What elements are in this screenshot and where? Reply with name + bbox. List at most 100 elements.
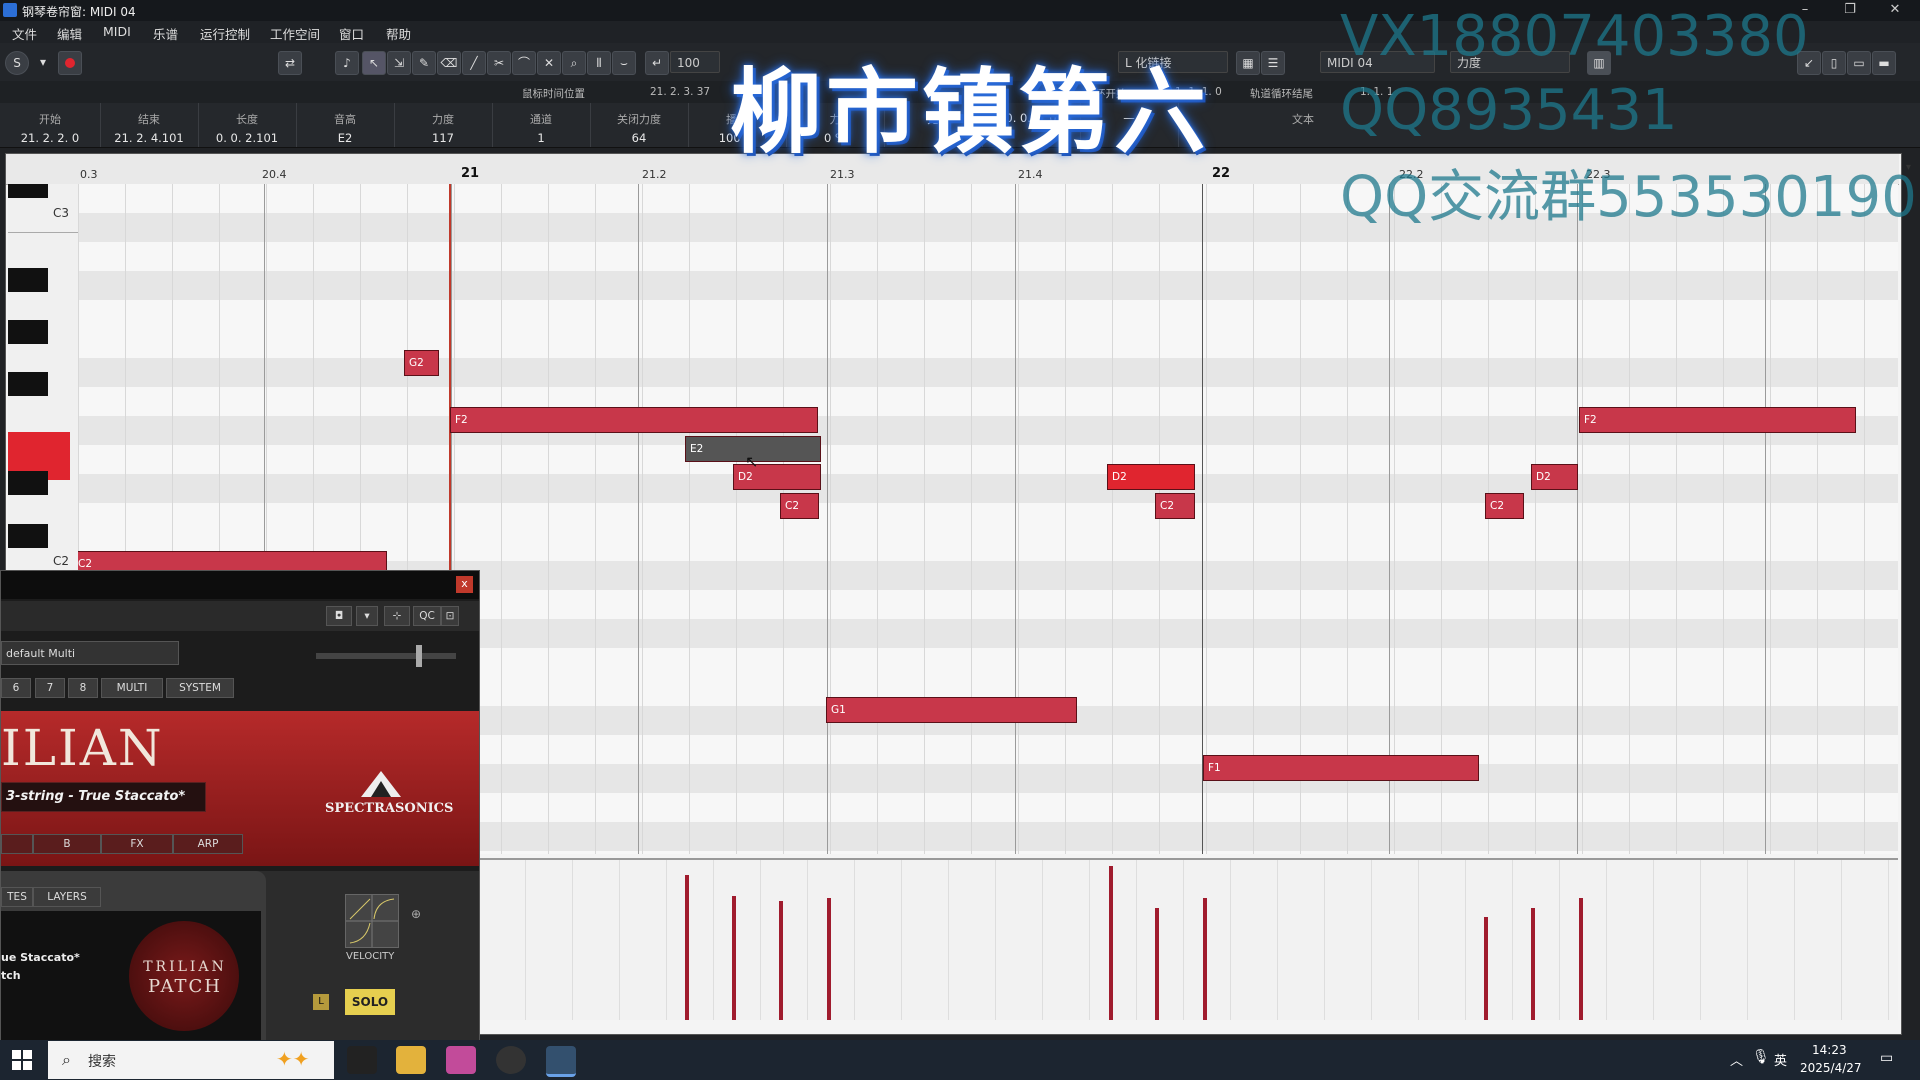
sub-tab-arp[interactable]: ARP: [173, 834, 243, 854]
curve-icon[interactable]: ⌣: [612, 51, 636, 75]
system-tab[interactable]: SYSTEM: [166, 678, 234, 698]
l-button[interactable]: L: [313, 994, 329, 1010]
info-length[interactable]: 长度 0. 0. 2.101: [198, 103, 297, 147]
sub-tab-fx[interactable]: FX: [101, 834, 173, 854]
chevron-down-icon[interactable]: ▾: [356, 606, 378, 626]
menu-workspace[interactable]: 工作空间: [270, 24, 320, 43]
part-tab-8[interactable]: 8: [68, 678, 98, 698]
velocity-bar[interactable]: [827, 898, 831, 1020]
piano-keyboard[interactable]: C3 C2: [8, 184, 79, 570]
grid-icon[interactable]: ▦: [1236, 51, 1260, 75]
close-button[interactable]: ✕: [1880, 2, 1910, 17]
lock-icon[interactable]: ⊡: [441, 606, 459, 626]
camera-icon[interactable]: ◘: [326, 606, 352, 626]
pencil-icon[interactable]: ✎: [412, 51, 436, 75]
chevron-down-icon[interactable]: ▾: [32, 51, 54, 73]
info-start[interactable]: 开始 21. 2. 2. 0: [0, 103, 101, 147]
range-tool-icon[interactable]: ⇲: [387, 51, 411, 75]
note[interactable]: C2: [1485, 493, 1524, 519]
speaker-icon[interactable]: ♪: [335, 51, 359, 75]
info-end[interactable]: 结束 21. 2. 4.101: [100, 103, 199, 147]
solo-button[interactable]: SOLO: [345, 989, 395, 1015]
tray-chevron-icon[interactable]: ︿: [1730, 1050, 1743, 1069]
menu-file[interactable]: 文件: [12, 24, 37, 43]
solo-editor-icon[interactable]: S: [5, 51, 29, 75]
patch-select[interactable]: 3-string - True Staccato*: [1, 782, 206, 812]
note[interactable]: D2: [1107, 464, 1195, 490]
note[interactable]: D2: [1531, 464, 1578, 490]
info-pitch[interactable]: 音高 E2: [296, 103, 395, 147]
note[interactable]: F2: [1579, 407, 1856, 433]
velocity-bar[interactable]: [1109, 866, 1113, 1020]
menu-transport[interactable]: 运行控制: [200, 24, 250, 43]
record-button[interactable]: [58, 51, 82, 75]
black-key[interactable]: [8, 320, 48, 344]
black-key[interactable]: [8, 268, 48, 292]
qq-icon[interactable]: [347, 1046, 377, 1074]
velocity-bar[interactable]: [1531, 908, 1535, 1020]
sub-tab-a[interactable]: [1, 834, 33, 854]
note[interactable]: C2: [780, 493, 819, 519]
menu-score[interactable]: 乐谱: [153, 24, 178, 43]
zoom-icon[interactable]: ⌕: [562, 51, 586, 75]
tab-notes[interactable]: TES: [1, 887, 33, 907]
menu-help[interactable]: 帮助: [386, 24, 411, 43]
qc-button[interactable]: QC: [413, 606, 441, 626]
menu-window[interactable]: 窗口: [339, 24, 364, 43]
note[interactable]: C2: [1155, 493, 1195, 519]
info-velocity[interactable]: 力度 117: [394, 103, 493, 147]
drumstick-icon[interactable]: ⦀: [587, 51, 611, 75]
maximize-button[interactable]: ❐: [1835, 2, 1865, 17]
velocity-bar[interactable]: [1203, 898, 1207, 1020]
app-icon-circle[interactable]: [496, 1046, 526, 1074]
velocity-bar[interactable]: [1155, 908, 1159, 1020]
autoscroll-icon[interactable]: ⇄: [278, 51, 302, 75]
note[interactable]: F2: [450, 407, 818, 433]
tab-layers[interactable]: LAYERS: [33, 887, 101, 907]
volume-slider[interactable]: [316, 645, 456, 667]
velocity-bar[interactable]: [685, 875, 689, 1020]
black-key[interactable]: [8, 471, 48, 495]
midi-icon[interactable]: ⊹: [384, 606, 410, 626]
zoom-icon[interactable]: ⊕: [411, 907, 421, 921]
velocity-bar[interactable]: [1579, 898, 1583, 1020]
info-off-velocity[interactable]: 关闭力度 64: [590, 103, 689, 147]
velocity-insert-icon[interactable]: ↵: [645, 51, 669, 75]
taskbar-search[interactable]: ⌕ 搜索 ✦✦: [48, 1041, 334, 1079]
panel-bottom-icon[interactable]: ▬: [1872, 51, 1896, 75]
notification-icon[interactable]: ▭: [1880, 1050, 1893, 1066]
panel-left-icon[interactable]: ▯: [1822, 51, 1846, 75]
mic-icon[interactable]: 🎙: [1752, 1049, 1770, 1065]
velocity-curve-icon[interactable]: [345, 894, 399, 948]
note[interactable]: F1: [1203, 755, 1479, 781]
multi-tab[interactable]: MULTI: [101, 678, 163, 698]
line-tool-icon[interactable]: ╱: [462, 51, 486, 75]
ime-indicator[interactable]: 英: [1774, 1050, 1787, 1069]
menu-edit[interactable]: 编辑: [57, 24, 82, 43]
black-key[interactable]: [8, 372, 48, 396]
velocity-bar[interactable]: [1484, 917, 1488, 1020]
black-key[interactable]: [8, 524, 48, 548]
sub-tab-b[interactable]: B: [33, 834, 101, 854]
black-key[interactable]: [8, 184, 48, 198]
split-icon[interactable]: ✂: [487, 51, 511, 75]
windows-start-icon[interactable]: [12, 1050, 32, 1070]
app-icon-pink[interactable]: [446, 1046, 476, 1074]
glue-icon[interactable]: ⌒: [512, 51, 536, 75]
folder-icon[interactable]: [396, 1046, 426, 1074]
select-tool-icon[interactable]: ↖: [362, 51, 386, 75]
mute-icon[interactable]: ✕: [537, 51, 561, 75]
plugin-close-button[interactable]: x: [456, 576, 473, 593]
color-icon[interactable]: ☰: [1261, 51, 1285, 75]
note[interactable]: G2: [404, 350, 439, 376]
insert-velocity-field[interactable]: 100: [670, 51, 720, 73]
velocity-lane[interactable]: [478, 858, 1898, 1020]
clock-date[interactable]: 2025/4/27: [1800, 1061, 1862, 1075]
part-tab-7[interactable]: 7: [35, 678, 65, 698]
note[interactable]: G1: [826, 697, 1077, 723]
clock-time[interactable]: 14:23: [1812, 1043, 1847, 1057]
multi-select[interactable]: default Multi: [1, 641, 179, 665]
panel-mid-icon[interactable]: ▭: [1847, 51, 1871, 75]
menu-midi[interactable]: MIDI: [103, 24, 131, 39]
velocity-bar[interactable]: [779, 901, 783, 1020]
